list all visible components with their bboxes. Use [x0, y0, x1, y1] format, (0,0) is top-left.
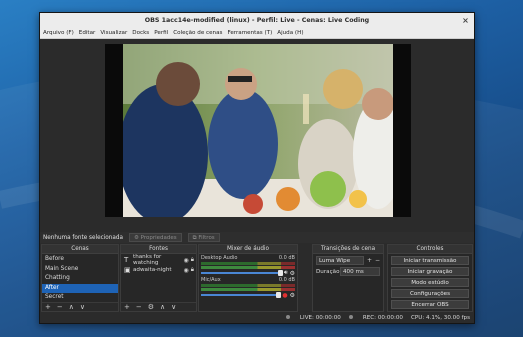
add-icon[interactable]: +: [45, 303, 51, 311]
muted-speaker-icon[interactable]: ●: [282, 292, 287, 299]
move-down-icon[interactable]: ∨: [80, 303, 85, 311]
menu-visualizar[interactable]: Visualizar: [100, 30, 127, 36]
menu-arquivo[interactable]: Arquivo (F): [43, 30, 74, 36]
rec-dot-icon: [348, 315, 353, 319]
source-toolbar: Nenhuma fonte selecionada ⚙ Propriedades…: [40, 232, 474, 243]
lock-icon[interactable]: 🔒︎: [191, 266, 194, 274]
add-icon[interactable]: +: [367, 257, 372, 264]
settings-button[interactable]: Configurações: [391, 289, 469, 298]
preview-canvas[interactable]: [105, 44, 411, 217]
channel-name: Mic/Aux: [201, 277, 221, 283]
start-streaming-button[interactable]: Iniciar transmissão: [391, 256, 469, 265]
remove-icon[interactable]: −: [136, 303, 142, 311]
volume-meter: [201, 266, 295, 269]
status-bar: LIVE: 00:00:00 REC: 00:00:00 CPU: 4.1%, …: [40, 313, 474, 323]
volume-meter: [201, 262, 295, 265]
gear-icon[interactable]: ⚙: [290, 292, 295, 299]
mixer-channel: Mic/Aux 0.0 dB ● ⚙: [199, 276, 297, 299]
preview-area: [40, 39, 474, 231]
scene-list: Before Main Scene Chatting After Secret: [42, 254, 118, 303]
move-down-icon[interactable]: ∨: [171, 303, 176, 311]
duration-label: Duração: [316, 268, 340, 275]
properties-label: Propriedades: [140, 235, 177, 241]
controls-dock: Controles Iniciar transmissão Iniciar gr…: [387, 244, 473, 312]
menu-ferramentas[interactable]: Ferramentas (T): [227, 30, 272, 36]
eye-icon[interactable]: ◉: [184, 257, 189, 264]
obs-window: OBS 1acc14e-modified (linux) - Perfil: L…: [39, 12, 475, 324]
live-dot-icon: [285, 315, 290, 319]
scene-item[interactable]: Before: [42, 255, 118, 265]
exit-button[interactable]: Encerrar OBS: [391, 300, 469, 309]
start-recording-button[interactable]: Iniciar gravação: [391, 267, 469, 276]
gear-icon[interactable]: ⚙: [290, 270, 295, 277]
channel-db: 0.0 dB: [278, 277, 295, 283]
source-list: T thanks for watching ◉ 🔒︎ ▣ adwaita-nig…: [121, 254, 196, 275]
source-item[interactable]: ▣ adwaita-night ◉ 🔒︎: [121, 265, 196, 275]
rec-status: REC: 00:00:00: [348, 315, 403, 321]
controls-title: Controles: [388, 245, 472, 254]
filters-button[interactable]: ⧉ Filtros: [187, 233, 220, 242]
menu-bar: Arquivo (F) Editar Visualizar Docks Perf…: [40, 28, 474, 39]
scenes-title: Cenas: [42, 245, 118, 254]
gear-icon[interactable]: ⚙: [148, 303, 154, 311]
transitions-dock: Transições de cena Luma Wipe + − Duração…: [312, 244, 384, 312]
live-status: LIVE: 00:00:00: [285, 315, 341, 321]
source-item[interactable]: T thanks for watching ◉ 🔒︎: [121, 254, 196, 266]
menu-editar[interactable]: Editar: [79, 30, 96, 36]
volume-slider[interactable]: [201, 270, 283, 276]
rec-text: REC: 00:00:00: [362, 315, 403, 321]
title-bar[interactable]: OBS 1acc14e-modified (linux) - Perfil: L…: [40, 13, 474, 28]
slider-handle[interactable]: [277, 270, 283, 276]
window-title: OBS 1acc14e-modified (linux) - Perfil: L…: [144, 17, 370, 24]
image-icon: ▣: [124, 266, 131, 274]
scene-item[interactable]: Main Scene: [42, 265, 118, 275]
lock-icon[interactable]: 🔒︎: [191, 256, 194, 264]
scenes-dock: Cenas Before Main Scene Chatting After S…: [41, 244, 119, 312]
transition-row: Luma Wipe + −: [313, 254, 383, 265]
move-up-icon[interactable]: ∧: [69, 303, 74, 311]
no-source-label: Nenhuma fonte selecionada: [43, 234, 123, 241]
mixer-dock: Mixer de áudio Desktop Audio 0.0 dB 🔊︎ ⚙…: [198, 244, 298, 312]
source-name: adwaita-night: [133, 267, 172, 273]
sources-footer: + − ⚙ ∧ ∨: [121, 302, 196, 311]
studio-mode-button[interactable]: Modo estúdio: [391, 278, 469, 287]
duration-row: Duração 400 ms: [313, 265, 383, 276]
remove-icon[interactable]: −: [57, 303, 63, 311]
add-icon[interactable]: +: [124, 303, 130, 311]
preview-photo: [123, 44, 393, 217]
scene-item[interactable]: Chatting: [42, 274, 118, 284]
cpu-status: CPU: 4.1%, 30.00 fps: [410, 315, 470, 321]
menu-docks[interactable]: Docks: [132, 30, 149, 36]
live-text: LIVE: 00:00:00: [299, 315, 341, 321]
volume-meter: [201, 288, 295, 291]
mixer-channel: Desktop Audio 0.0 dB 🔊︎ ⚙: [199, 254, 297, 277]
filters-label: Filtros: [198, 235, 215, 241]
duration-input[interactable]: 400 ms: [340, 267, 380, 276]
transitions-title: Transições de cena: [313, 245, 383, 254]
sources-dock: Fontes T thanks for watching ◉ 🔒︎ ▣ adwa…: [120, 244, 197, 312]
mixer-title: Mixer de áudio: [199, 245, 297, 254]
sources-title: Fontes: [121, 245, 196, 254]
menu-perfil[interactable]: Perfil: [154, 30, 168, 36]
menu-colecao-cenas[interactable]: Coleção de cenas: [173, 30, 222, 36]
close-icon[interactable]: ×: [461, 16, 470, 25]
text-icon: T: [124, 256, 129, 264]
channel-name: Desktop Audio: [201, 255, 238, 261]
volume-slider[interactable]: [201, 292, 282, 298]
slider-handle[interactable]: [276, 292, 282, 298]
move-up-icon[interactable]: ∧: [160, 303, 165, 311]
properties-button[interactable]: ⚙ Propriedades: [128, 233, 182, 242]
scene-item-selected[interactable]: After: [42, 283, 118, 293]
remove-icon[interactable]: −: [375, 257, 380, 264]
source-name: thanks for watching: [133, 254, 162, 266]
eye-icon[interactable]: ◉: [184, 267, 189, 274]
speaker-icon[interactable]: 🔊︎: [284, 269, 288, 277]
menu-ajuda[interactable]: Ajuda (H): [277, 30, 303, 36]
scenes-footer: + − ∧ ∨: [42, 302, 118, 311]
transition-select[interactable]: Luma Wipe: [316, 256, 364, 265]
channel-db: 0.0 dB: [278, 255, 295, 261]
volume-meter: [201, 284, 295, 287]
